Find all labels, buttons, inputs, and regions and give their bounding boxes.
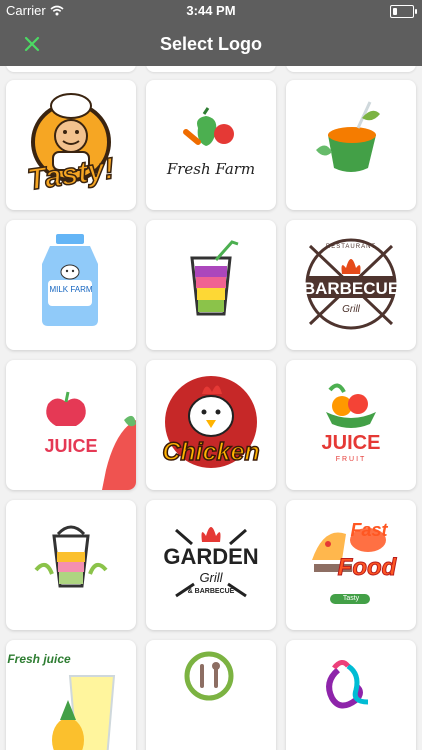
swan-icon bbox=[326, 660, 369, 709]
logo-tile-garden-grill[interactable]: GARDEN Grill & BARBECUE bbox=[146, 500, 276, 630]
logo-tile-juice[interactable]: JUICE bbox=[6, 360, 136, 490]
logo-text: FRUIT bbox=[335, 456, 367, 463]
logo-text: Fresh juice bbox=[7, 652, 71, 666]
logo-tile-juice-fruit[interactable]: JUICE FRUIT bbox=[286, 360, 416, 490]
coconut-drink-icon bbox=[316, 101, 380, 172]
page-title: Select Logo bbox=[159, 34, 262, 54]
logo-text: Grill bbox=[342, 304, 360, 315]
spoon-fork-plate-icon bbox=[184, 651, 234, 701]
logo-tile-swan[interactable] bbox=[286, 640, 416, 750]
drink-cup-icon bbox=[34, 525, 108, 588]
logo-tile-peek[interactable] bbox=[6, 66, 136, 72]
battery-icon bbox=[390, 5, 417, 18]
logo-text: JUICE bbox=[44, 436, 98, 456]
logo-tile-barbecue[interactable]: RESTAURANT BARBECUE Grill bbox=[286, 220, 416, 350]
logo-tile-fresh-farm[interactable]: Fresh Farm bbox=[146, 80, 276, 210]
logo-text: Tasty bbox=[342, 595, 360, 602]
logo-tile-chicken[interactable]: Chicken bbox=[146, 360, 276, 490]
logo-tile-drink-cup[interactable] bbox=[6, 500, 136, 630]
logo-text: Fresh Farm bbox=[166, 160, 256, 178]
status-bar: Carrier 3:44 PM bbox=[0, 0, 422, 22]
nav-bar: Select Logo bbox=[0, 22, 422, 66]
logo-text: JUICE bbox=[321, 432, 381, 454]
logo-text: BARBECUE bbox=[302, 279, 400, 298]
vegetables-icon bbox=[183, 107, 234, 146]
logo-tile-peek[interactable] bbox=[286, 66, 416, 72]
fruit-basket-icon bbox=[326, 383, 376, 428]
logo-tile-peek[interactable] bbox=[146, 66, 276, 72]
logo-tile-fast-food[interactable]: Fast Food Tasty bbox=[286, 500, 416, 630]
logo-tile-restaurant[interactable] bbox=[146, 640, 276, 750]
status-time: 3:44 PM bbox=[186, 3, 236, 18]
logo-text: & BARBECUE bbox=[187, 588, 235, 595]
logo-tile-fresh-juice[interactable]: Fresh juice bbox=[6, 640, 136, 750]
logo-text: MILK FARM bbox=[49, 285, 93, 294]
logo-tile-green-drink[interactable] bbox=[286, 80, 416, 210]
logo-text: Grill bbox=[199, 570, 223, 585]
logo-text: RESTAURANT bbox=[325, 244, 377, 250]
smoothie-glass-icon bbox=[190, 240, 239, 316]
logo-grid[interactable]: Tasty! Fresh Farm MILK FARM RESTAURANT B… bbox=[0, 66, 422, 750]
apple-splash-icon bbox=[46, 391, 136, 490]
logo-tile-milk-farm[interactable]: MILK FARM bbox=[6, 220, 136, 350]
logo-text: Food bbox=[337, 554, 397, 582]
logo-text: Fast bbox=[350, 520, 388, 540]
logo-text: GARDEN bbox=[163, 544, 259, 569]
chicken-mascot-icon bbox=[165, 376, 257, 468]
logo-tile-tasty[interactable]: Tasty! bbox=[6, 80, 136, 210]
logo-text: Chicken bbox=[162, 437, 261, 467]
logo-tile-smoothie[interactable] bbox=[146, 220, 276, 350]
